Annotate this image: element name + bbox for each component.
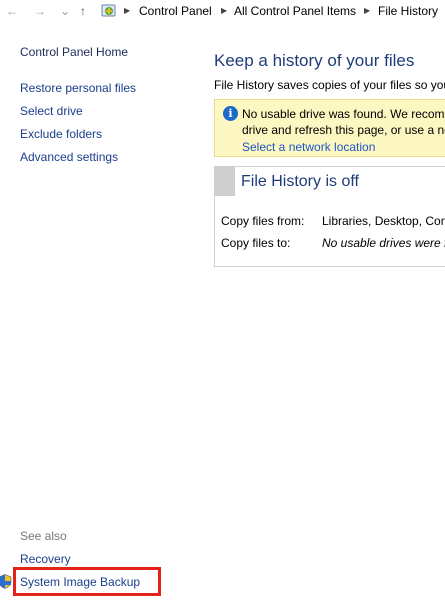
back-arrow-icon[interactable]: ←	[6, 2, 18, 20]
status-indicator	[215, 167, 235, 196]
shield-icon	[0, 574, 12, 589]
select-drive-link[interactable]: Select drive	[20, 103, 83, 119]
warning-banner: i No usable drive was found. We recomm d…	[214, 99, 445, 157]
page-description: File History saves copies of your files …	[214, 78, 445, 92]
control-panel-home-link[interactable]: Control Panel Home	[20, 44, 128, 60]
warning-text-line1: No usable drive was found. We recomm	[242, 107, 445, 121]
page-title: Keep a history of your files	[214, 51, 415, 70]
breadcrumb-separator-icon: ▶	[364, 6, 371, 15]
see-also-label: See also	[20, 529, 67, 543]
status-panel: File History is off Copy files from: Lib…	[214, 166, 445, 267]
breadcrumb-separator-icon: ▶	[124, 6, 131, 15]
info-icon: i	[223, 106, 238, 121]
breadcrumb-control-panel[interactable]: Control Panel	[139, 3, 212, 19]
copy-to-label: Copy files to:	[221, 236, 291, 250]
control-panel-icon	[101, 4, 116, 17]
warning-text-line2: drive and refresh this page, or use a ne	[242, 123, 445, 137]
recovery-link[interactable]: Recovery	[20, 551, 71, 567]
breadcrumb-all-control-panel-items[interactable]: All Control Panel Items	[234, 3, 356, 19]
copy-from-value: Libraries, Desktop, Cont	[322, 214, 445, 228]
exclude-folders-link[interactable]: Exclude folders	[20, 126, 102, 142]
highlight-box	[13, 567, 161, 596]
address-bar: ← → ⌄ ↑ ▶ Control Panel ▶ All Control Pa…	[0, 0, 445, 22]
forward-arrow-icon[interactable]: →	[34, 2, 46, 20]
up-arrow-icon[interactable]: ↑	[80, 2, 86, 20]
status-title: File History is off	[241, 173, 359, 190]
breadcrumb-separator-icon: ▶	[221, 6, 228, 15]
restore-personal-files-link[interactable]: Restore personal files	[20, 80, 136, 96]
select-network-location-link[interactable]: Select a network location	[242, 139, 375, 155]
copy-to-value: No usable drives were fo	[322, 236, 445, 250]
status-header: File History is off	[215, 167, 445, 197]
advanced-settings-link[interactable]: Advanced settings	[20, 149, 118, 165]
copy-from-label: Copy files from:	[221, 214, 305, 228]
recent-locations-chevron-icon[interactable]: ⌄	[60, 2, 70, 20]
breadcrumb-file-history[interactable]: File History	[378, 3, 438, 19]
